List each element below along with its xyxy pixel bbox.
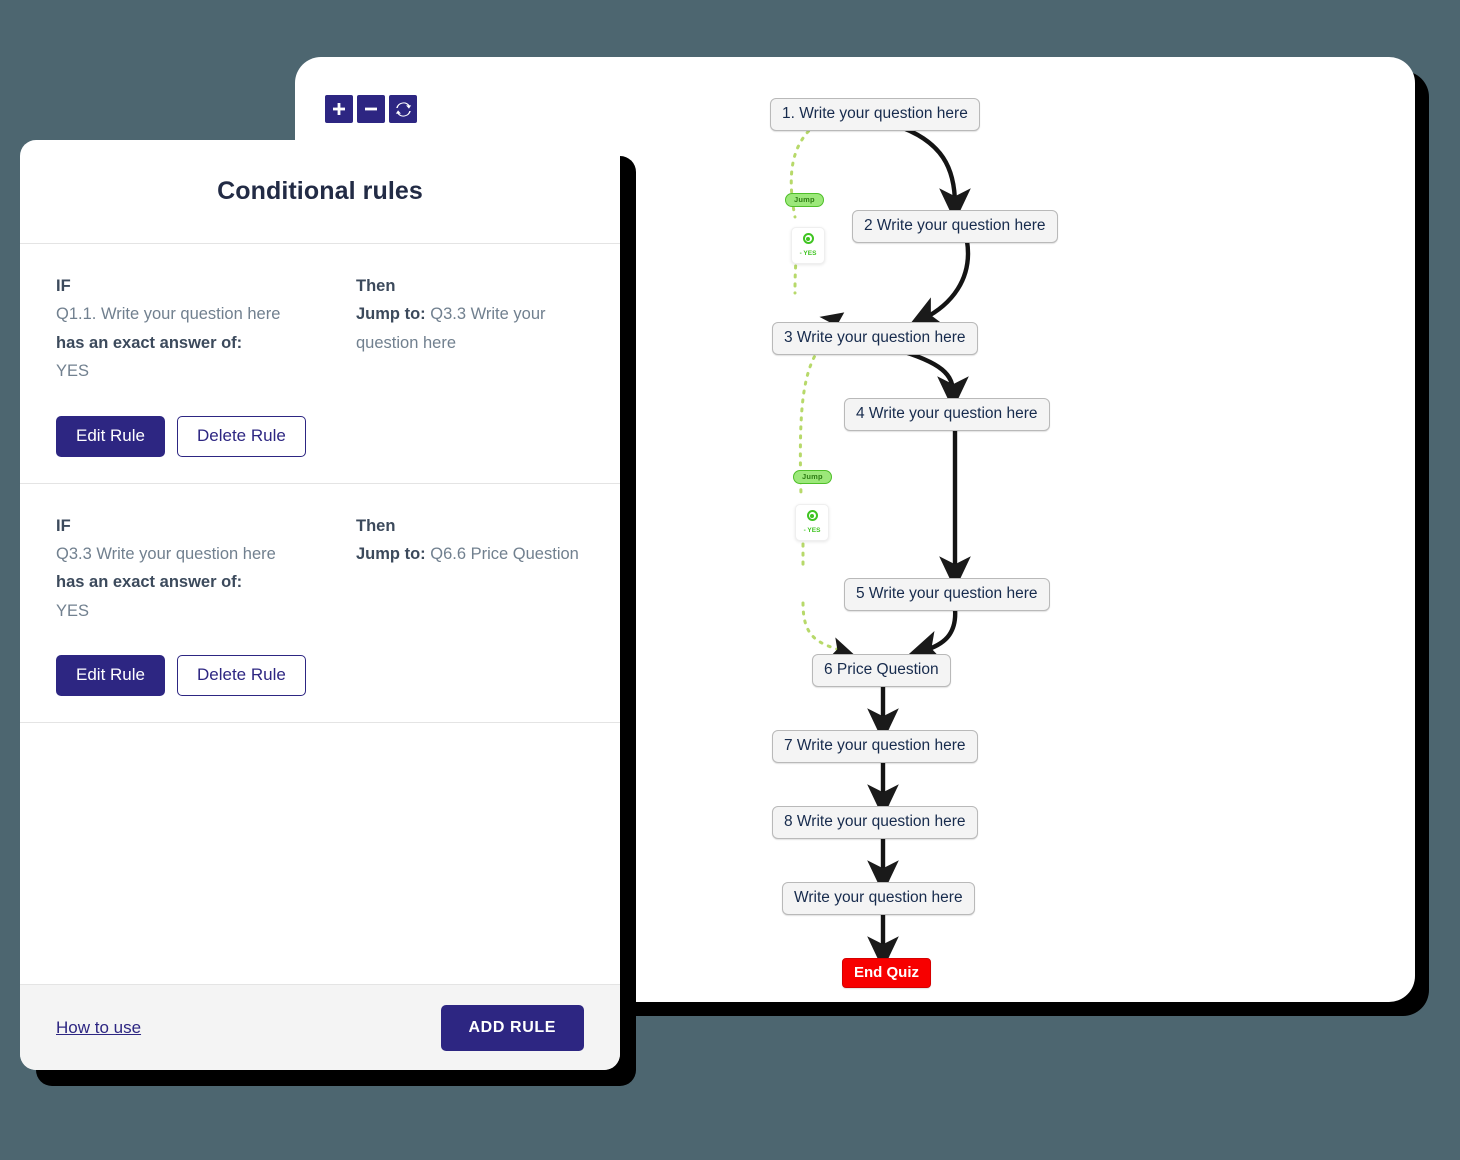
screen-stage: 1. Write your question here 2 Write your… bbox=[0, 0, 1460, 1160]
page-title: Conditional rules bbox=[217, 177, 423, 205]
rules-panel-footer: How to use ADD RULE bbox=[20, 984, 620, 1070]
then-label: Then bbox=[356, 516, 396, 535]
jump-answer-card-2[interactable]: - YES bbox=[795, 504, 829, 541]
delete-rule-button[interactable]: Delete Rule bbox=[176, 655, 306, 696]
if-label: IF bbox=[56, 516, 71, 535]
rule-if-column: IF Q1.1. Write your question here has an… bbox=[56, 272, 356, 386]
conditional-rules-panel: Conditional rules IF Q1.1. Write your qu… bbox=[20, 140, 620, 1070]
jump-to-label: Jump to: bbox=[356, 305, 426, 324]
if-label: IF bbox=[56, 277, 71, 295]
flow-node-end-quiz[interactable]: End Quiz bbox=[842, 958, 931, 989]
exact-answer-label: has an exact answer of: bbox=[56, 333, 243, 352]
flow-node-q7[interactable]: 7 Write your question here bbox=[772, 730, 978, 763]
rules-panel-header: Conditional rules bbox=[20, 140, 620, 244]
flow-node-q3[interactable]: 3 Write your question here bbox=[772, 322, 978, 355]
rule-actions: Edit Rule Delete Rule bbox=[56, 415, 584, 457]
flow-node-q4[interactable]: 4 Write your question here bbox=[844, 398, 1050, 431]
flow-node-q8[interactable]: 8 Write your question here bbox=[772, 806, 978, 839]
flow-node-q6[interactable]: 6 Price Question bbox=[812, 654, 951, 687]
exact-answer-label: has an exact answer of: bbox=[56, 573, 243, 592]
radio-selected-icon bbox=[806, 510, 818, 521]
if-question-text: Q1.1. Write your question here bbox=[56, 305, 281, 324]
rule-if-column: IF Q3.3 Write your question here has an … bbox=[56, 512, 356, 626]
flow-node-q5[interactable]: 5 Write your question here bbox=[844, 578, 1050, 611]
rule-then-column: Then Jump to: Q6.6 Price Question bbox=[356, 512, 584, 626]
jump-answer-card-1[interactable]: - YES bbox=[791, 227, 825, 264]
flow-node-q1[interactable]: 1. Write your question here bbox=[770, 98, 980, 131]
jump-answer-label-1: - YES bbox=[799, 250, 817, 257]
jump-target-text: Q6.6 Price Question bbox=[430, 544, 579, 563]
jump-badge-1[interactable]: Jump bbox=[785, 193, 824, 207]
rules-list: IF Q1.1. Write your question here has an… bbox=[20, 244, 620, 984]
add-rule-button[interactable]: ADD RULE bbox=[440, 1004, 584, 1051]
how-to-use-link[interactable]: How to use bbox=[56, 1018, 141, 1038]
rule-card: IF Q1.1. Write your question here has an… bbox=[20, 244, 620, 484]
then-jump-line: Jump to: Q6.6 Price Question bbox=[356, 540, 584, 568]
edit-rule-button[interactable]: Edit Rule bbox=[56, 655, 165, 696]
edit-rule-button[interactable]: Edit Rule bbox=[56, 415, 165, 457]
if-answer-value: YES bbox=[56, 601, 90, 620]
jump-to-label: Jump to: bbox=[356, 544, 426, 563]
if-question-text: Q3.3 Write your question here bbox=[56, 544, 276, 563]
flow-node-q9[interactable]: Write your question here bbox=[782, 882, 975, 915]
delete-rule-button[interactable]: Delete Rule bbox=[176, 415, 306, 457]
flow-node-q2[interactable]: 2 Write your question here bbox=[852, 210, 1058, 243]
if-answer-value: YES bbox=[56, 362, 90, 381]
rule-card: IF Q3.3 Write your question here has an … bbox=[20, 484, 620, 723]
rule-actions: Edit Rule Delete Rule bbox=[56, 655, 584, 696]
jump-answer-label-2: - YES bbox=[803, 527, 821, 534]
rule-then-column: Then Jump to: Q3.3 Write your question h… bbox=[356, 272, 584, 386]
radio-selected-icon bbox=[802, 233, 814, 244]
then-label: Then bbox=[356, 277, 396, 295]
jump-badge-2[interactable]: Jump bbox=[793, 470, 832, 484]
then-jump-line: Jump to: Q3.3 Write your question here bbox=[356, 300, 584, 357]
